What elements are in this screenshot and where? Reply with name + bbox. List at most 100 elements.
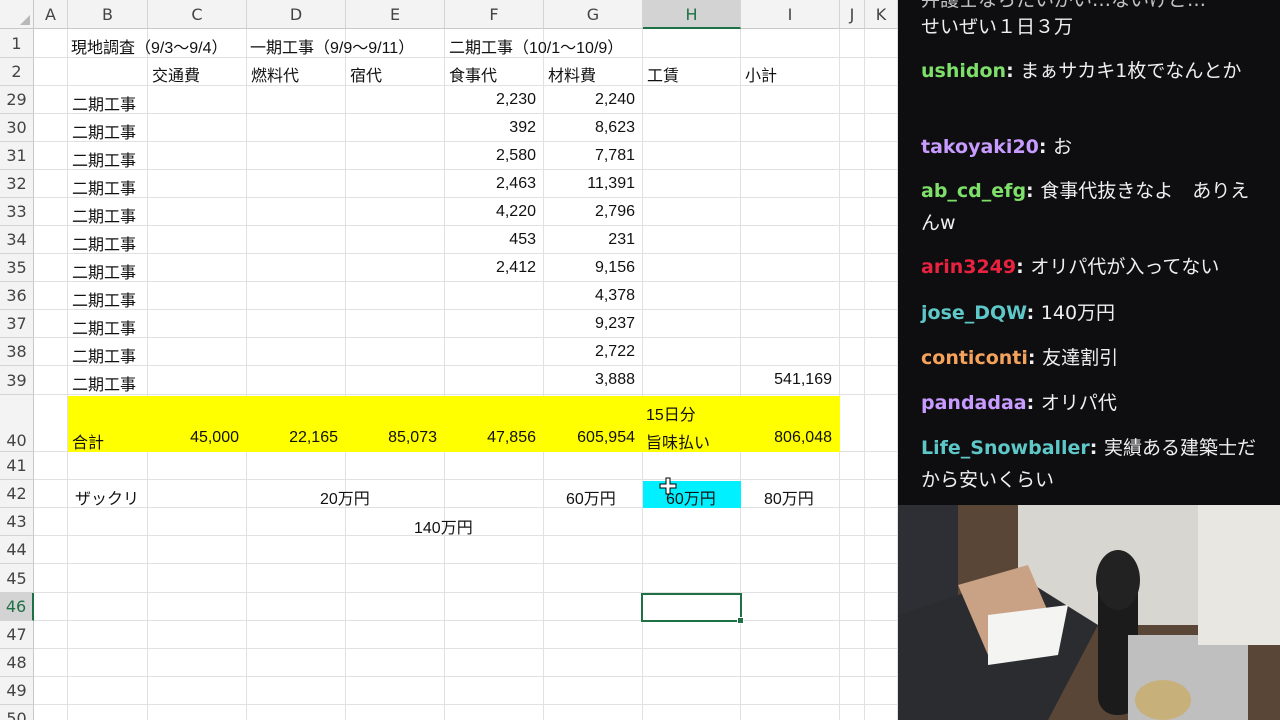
cell-I47[interactable] xyxy=(741,621,840,649)
cell-G44[interactable] xyxy=(544,536,643,564)
cell-A38[interactable] xyxy=(34,338,68,366)
row-header-1[interactable]: 1 xyxy=(0,29,34,58)
cell-J50[interactable] xyxy=(840,705,865,720)
cell-K30[interactable] xyxy=(865,114,898,142)
cell-G43[interactable] xyxy=(544,508,643,536)
cell-D39[interactable] xyxy=(247,366,346,395)
cell-G50[interactable] xyxy=(544,705,643,720)
cell-D38[interactable] xyxy=(247,338,346,366)
column-header-H[interactable]: H xyxy=(643,0,741,29)
cell-E32[interactable] xyxy=(346,170,445,198)
cell-H41[interactable] xyxy=(643,452,741,480)
cell-A31[interactable] xyxy=(34,142,68,170)
row-header-50[interactable]: 50 xyxy=(0,705,34,720)
cell-K40[interactable] xyxy=(865,395,898,452)
cell-I32[interactable] xyxy=(741,170,840,198)
row-header-49[interactable]: 49 xyxy=(0,677,34,705)
cell-A36[interactable] xyxy=(34,282,68,310)
cell-E29[interactable] xyxy=(346,86,445,114)
cell-J34[interactable] xyxy=(840,226,865,254)
column-header-K[interactable]: K xyxy=(865,0,898,29)
cell-A42[interactable] xyxy=(34,480,68,508)
row-header-31[interactable]: 31 xyxy=(0,142,34,170)
cell-A1[interactable] xyxy=(34,29,68,58)
cell-J32[interactable] xyxy=(840,170,865,198)
cell-E34[interactable] xyxy=(346,226,445,254)
cell-D44[interactable] xyxy=(247,536,346,564)
cell-J43[interactable] xyxy=(840,508,865,536)
column-header-F[interactable]: F xyxy=(445,0,544,29)
cell-B46[interactable] xyxy=(68,593,148,621)
cell-D43[interactable] xyxy=(247,508,346,536)
cell-D45[interactable] xyxy=(247,564,346,593)
cell-I50[interactable] xyxy=(741,705,840,720)
row-header-33[interactable]: 33 xyxy=(0,198,34,226)
row-header-29[interactable]: 29 xyxy=(0,86,34,114)
column-header-C[interactable]: C xyxy=(148,0,247,29)
cell-K2[interactable] xyxy=(865,58,898,86)
cell-B49[interactable] xyxy=(68,677,148,705)
cell-K34[interactable] xyxy=(865,226,898,254)
cell-A48[interactable] xyxy=(34,649,68,677)
cell-A2[interactable] xyxy=(34,58,68,86)
column-header-J[interactable]: J xyxy=(840,0,865,29)
row-header-42[interactable]: 42 xyxy=(0,480,34,508)
cell-F37[interactable] xyxy=(445,310,544,338)
row-header-43[interactable]: 43 xyxy=(0,508,34,536)
cell-J31[interactable] xyxy=(840,142,865,170)
cell-E46[interactable] xyxy=(346,593,445,621)
cell-B50[interactable] xyxy=(68,705,148,720)
spreadsheet[interactable]: ABCDEFGHIJK 1 2 29 30 31 32 33 34 35 36 37 38 39 40 41… xyxy=(0,0,898,720)
cell-J37[interactable] xyxy=(840,310,865,338)
cell-I36[interactable] xyxy=(741,282,840,310)
cell-H31[interactable] xyxy=(643,142,741,170)
cell-E36[interactable] xyxy=(346,282,445,310)
cell-D50[interactable] xyxy=(247,705,346,720)
row-header-41[interactable]: 41 xyxy=(0,452,34,480)
cell-A41[interactable] xyxy=(34,452,68,480)
cell-A32[interactable] xyxy=(34,170,68,198)
cell-J48[interactable] xyxy=(840,649,865,677)
row-header-40[interactable]: 40 xyxy=(0,395,34,452)
cell-K41[interactable] xyxy=(865,452,898,480)
cell-K39[interactable] xyxy=(865,366,898,395)
row-header-38[interactable]: 38 xyxy=(0,338,34,366)
cell-K35[interactable] xyxy=(865,254,898,282)
column-header-D[interactable]: D xyxy=(247,0,346,29)
cell-K42[interactable] xyxy=(865,480,898,508)
cell-I44[interactable] xyxy=(741,536,840,564)
chat-username[interactable]: ushidon xyxy=(921,60,1006,82)
cell-B47[interactable] xyxy=(68,621,148,649)
cell-D29[interactable] xyxy=(247,86,346,114)
cell-I48[interactable] xyxy=(741,649,840,677)
cell-F47[interactable] xyxy=(445,621,544,649)
cell-I31[interactable] xyxy=(741,142,840,170)
cell-D49[interactable] xyxy=(247,677,346,705)
cell-H47[interactable] xyxy=(643,621,741,649)
cell-J45[interactable] xyxy=(840,564,865,593)
chat-username[interactable]: takoyaki20 xyxy=(921,136,1039,158)
cell-I35[interactable] xyxy=(741,254,840,282)
cell-C31[interactable] xyxy=(148,142,247,170)
cell-J40[interactable] xyxy=(840,395,865,452)
cell-I38[interactable] xyxy=(741,338,840,366)
cell-E44[interactable] xyxy=(346,536,445,564)
cell-C49[interactable] xyxy=(148,677,247,705)
cell-A43[interactable] xyxy=(34,508,68,536)
cell-D30[interactable] xyxy=(247,114,346,142)
cell-F44[interactable] xyxy=(445,536,544,564)
cell-G49[interactable] xyxy=(544,677,643,705)
cell-K47[interactable] xyxy=(865,621,898,649)
cell-I30[interactable] xyxy=(741,114,840,142)
cell-H37[interactable] xyxy=(643,310,741,338)
row-header-48[interactable]: 48 xyxy=(0,649,34,677)
cell-F46[interactable] xyxy=(445,593,544,621)
cell-A39[interactable] xyxy=(34,366,68,395)
cell-C48[interactable] xyxy=(148,649,247,677)
cell-K50[interactable] xyxy=(865,705,898,720)
cell-D46[interactable] xyxy=(247,593,346,621)
cell-D41[interactable] xyxy=(247,452,346,480)
cell-K36[interactable] xyxy=(865,282,898,310)
cell-C42[interactable] xyxy=(148,480,247,508)
cell-H1[interactable] xyxy=(643,29,741,58)
